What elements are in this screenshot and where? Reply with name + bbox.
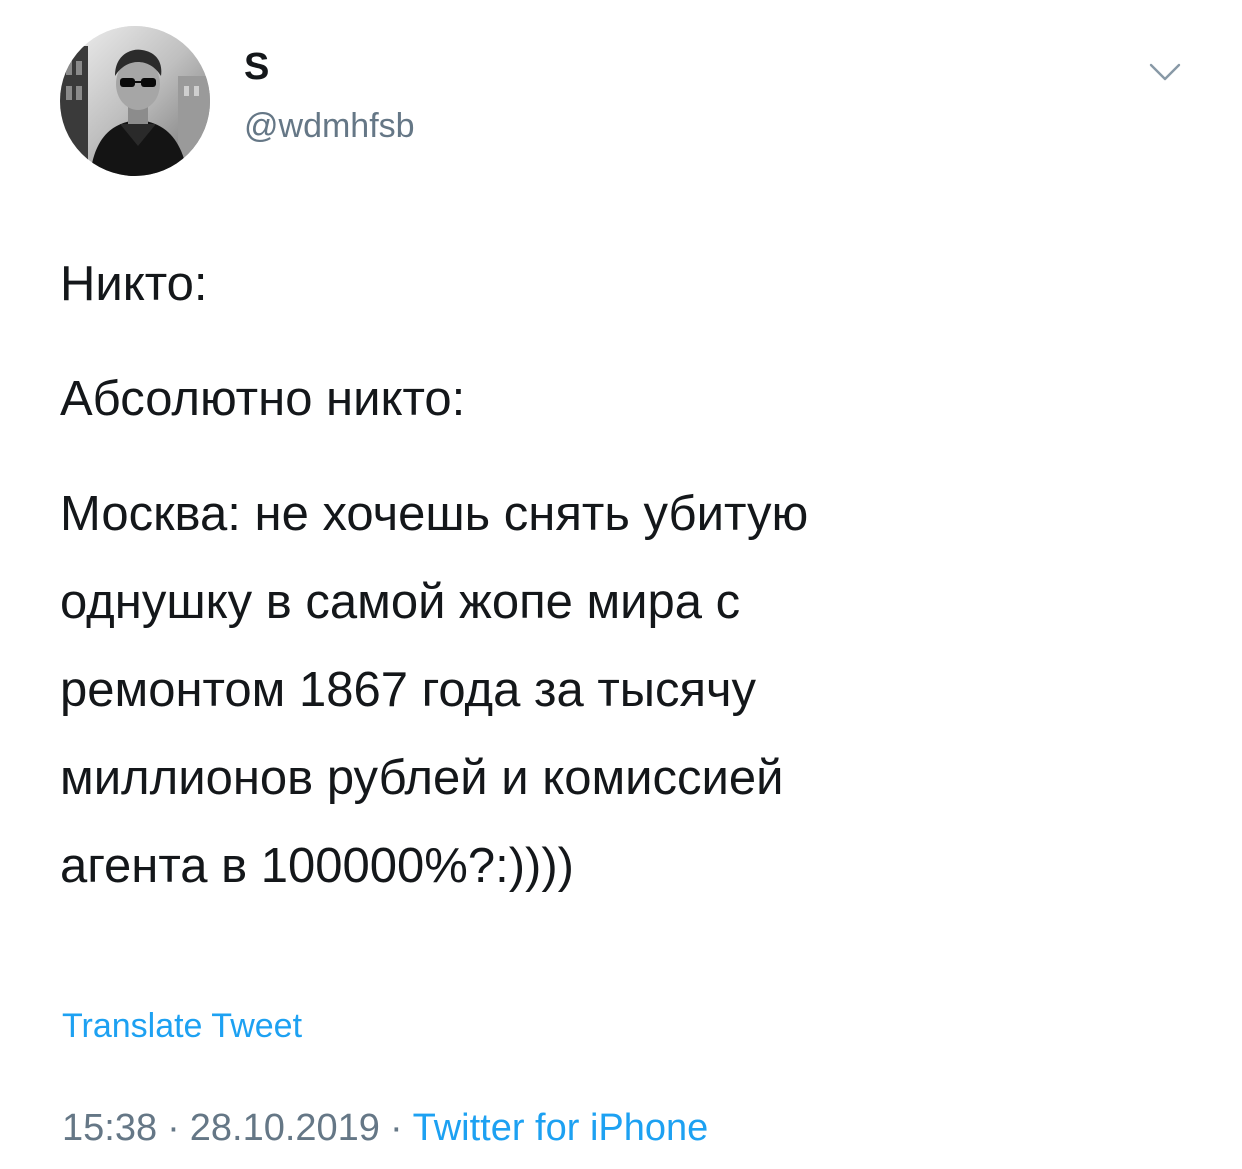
tweet-header: S @wdmhfsb bbox=[60, 26, 1190, 176]
display-name[interactable]: S bbox=[244, 46, 415, 88]
meta-separator: · bbox=[167, 1107, 180, 1149]
avatar[interactable] bbox=[60, 26, 210, 176]
chevron-down-icon bbox=[1149, 63, 1181, 81]
user-handle[interactable]: @wdmhfsb bbox=[244, 106, 415, 146]
tweet-text: Никто: Абсолютно никто: Москва: не хочеш… bbox=[60, 240, 1160, 910]
translate-tweet-link[interactable]: Translate Tweet bbox=[62, 1004, 302, 1048]
tweet-date[interactable]: 28.10.2019 bbox=[190, 1107, 380, 1149]
user-photo-icon bbox=[60, 26, 210, 176]
tweet-menu-button[interactable] bbox=[1148, 60, 1182, 84]
tweet-paragraph: Москва: не хочешь снять убитую однушку в… bbox=[60, 487, 809, 893]
user-names: S @wdmhfsb bbox=[244, 46, 415, 146]
meta-separator: · bbox=[389, 1107, 403, 1149]
tweet-paragraph: Абсолютно никто: bbox=[60, 372, 466, 426]
tweet-source-link[interactable]: Twitter for iPhone bbox=[413, 1107, 709, 1149]
tweet-card: S @wdmhfsb Никто: Абсолютно никто: Москв… bbox=[0, 0, 1242, 1169]
tweet-paragraph: Никто: bbox=[60, 257, 208, 311]
tweet-meta: 15:38 · 28.10.2019 · Twitter for iPhone bbox=[62, 1104, 708, 1152]
tweet-time[interactable]: 15:38 bbox=[62, 1107, 157, 1149]
